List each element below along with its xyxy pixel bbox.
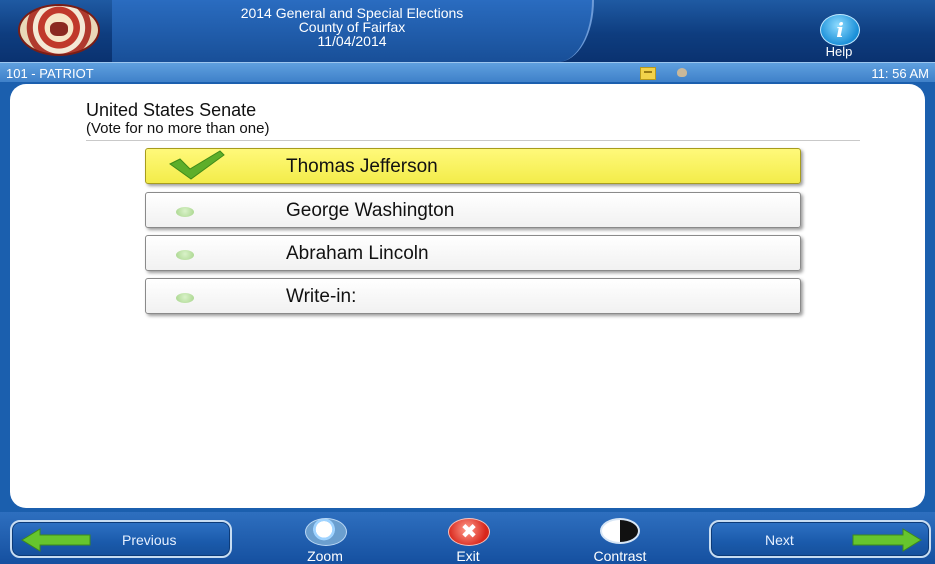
contest-title: United States Senate <box>86 100 257 120</box>
radio-dot-icon <box>176 293 194 303</box>
arrow-left-icon <box>21 528 91 552</box>
radio-dot-icon <box>176 250 194 260</box>
divider <box>86 140 860 141</box>
write-in-option[interactable]: Write-in: <box>145 278 801 314</box>
contrast-button[interactable]: Contrast <box>580 518 660 564</box>
candidate-option[interactable]: Abraham Lincoln <box>145 235 801 271</box>
contest-instruction: (Vote for no more than one) <box>86 120 270 137</box>
candidate-name: Thomas Jefferson <box>286 156 438 177</box>
next-button[interactable]: Next <box>709 520 931 558</box>
contrast-icon <box>600 518 640 544</box>
candidate-name: Abraham Lincoln <box>286 243 429 264</box>
zoom-label: Zoom <box>307 548 343 564</box>
candidate-option[interactable]: George Washington <box>145 192 801 228</box>
help-icon[interactable]: i <box>820 14 860 46</box>
exit-label: Exit <box>456 548 480 564</box>
audio-icon <box>677 68 687 77</box>
previous-button[interactable]: Previous <box>10 520 232 558</box>
help-label[interactable]: Help <box>812 44 866 59</box>
checkmark-icon <box>169 150 225 180</box>
radio-dot-icon <box>176 207 194 217</box>
write-in-label: Write-in: <box>286 286 357 307</box>
status-bar: 101 - PATRIOT 11: 56 AM <box>0 62 935 83</box>
precinct-label: 101 - PATRIOT <box>6 66 94 81</box>
arrow-right-icon <box>852 528 922 552</box>
zoom-button[interactable]: Zoom <box>285 518 365 564</box>
candidate-option[interactable]: Thomas Jefferson <box>145 148 801 184</box>
contrast-label: Contrast <box>593 548 647 564</box>
election-date: 11/04/2014 <box>317 33 387 49</box>
next-label: Next <box>765 532 794 548</box>
county-seal-logo <box>18 4 100 56</box>
previous-label: Previous <box>122 532 177 548</box>
exit-button[interactable]: ✖ Exit <box>428 518 508 564</box>
notes-icon <box>640 67 656 80</box>
zoom-icon <box>305 518 347 546</box>
candidate-name: George Washington <box>286 200 455 221</box>
clock: 11: 56 AM <box>871 66 929 81</box>
exit-icon: ✖ <box>448 518 490 546</box>
